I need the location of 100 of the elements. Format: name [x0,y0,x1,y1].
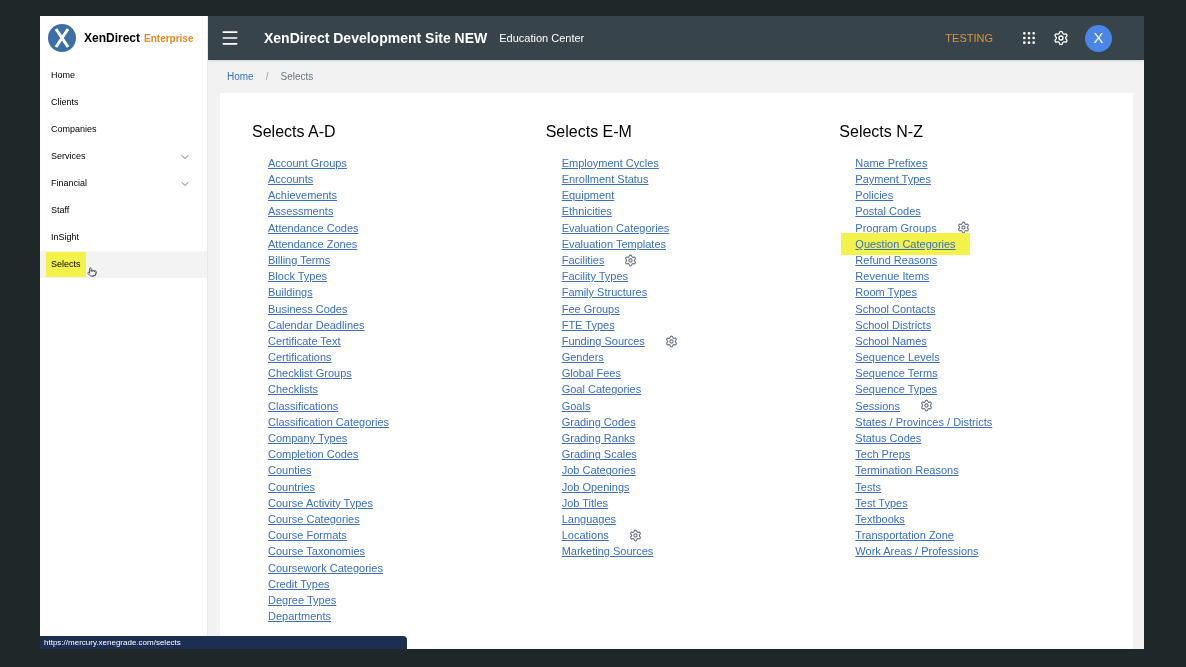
select-link[interactable]: School Contacts [855,300,936,318]
column-heading: Selects N-Z [839,122,924,142]
select-link[interactable]: Fee Groups [561,300,620,318]
sidebar-item[interactable]: Staff [40,197,207,224]
select-link[interactable]: Accounts [268,171,314,188]
apps-grid-icon[interactable] [1021,30,1037,46]
logo-icon [48,24,76,52]
select-link[interactable]: Postal Codes [855,203,921,220]
sidebar-item[interactable]: Home [40,62,207,89]
select-link[interactable]: Attendance Codes [268,219,359,237]
select-link[interactable]: Ethnicities [561,203,612,220]
select-link[interactable]: Counties [268,462,312,479]
select-link[interactable]: Degree Types [268,591,337,609]
select-link[interactable]: Course Activity Types [268,494,373,512]
select-link[interactable]: Account Groups [268,154,347,172]
menu-icon[interactable] [220,28,240,48]
select-link[interactable]: Facilities [561,251,605,269]
select-link[interactable]: Attendance Zones [268,235,358,253]
sidebar-item[interactable]: InSight [40,224,207,251]
select-link[interactable]: Billing Terms [268,251,331,269]
column-heading: Selects E-M [545,122,633,142]
select-link[interactable]: Question Categories [841,232,970,256]
select-link[interactable]: Test Types [855,494,908,512]
select-link[interactable]: Textbooks [855,510,905,528]
select-link[interactable]: Assessments [268,203,334,220]
select-link[interactable]: Countries [268,478,316,496]
select-link[interactable]: Job Categories [561,462,636,479]
select-link[interactable]: Marketing Sources [561,543,654,560]
sidebar-item[interactable]: Companies [40,116,207,143]
select-link[interactable]: Credit Types [268,575,330,593]
select-link[interactable]: Classification Categories [268,413,390,431]
select-link[interactable]: Job Titles [561,494,609,512]
avatar[interactable]: X [1085,24,1112,52]
select-link[interactable]: Family Structures [561,284,648,301]
select-link[interactable]: Payment Types [855,171,931,188]
select-link[interactable]: Tests [855,478,881,496]
select-link[interactable]: Room Types [855,284,917,301]
select-link[interactable]: Classifications [268,397,339,415]
select-link[interactable]: Funding Sources [561,332,645,350]
select-link[interactable]: Completion Codes [268,446,359,463]
select-link[interactable]: School Names [855,332,927,350]
select-link[interactable]: Global Fees [561,365,621,382]
sidebar-item[interactable]: Selects [40,251,207,278]
select-link[interactable]: FTE Types [561,316,615,334]
environment-label: TESTING [945,30,993,46]
select-link[interactable]: Checklist Groups [268,365,352,382]
select-link[interactable]: Name Prefixes [855,154,928,172]
select-link[interactable]: Termination Reasons [855,462,959,479]
select-link[interactable]: Locations [561,527,609,544]
sidebar-item[interactable]: Services [40,143,207,170]
select-link[interactable]: Block Types [268,268,328,285]
select-link[interactable]: Grading Scales [561,446,637,463]
select-link[interactable]: Enrollment Status [561,171,649,188]
select-link[interactable]: Evaluation Categories [561,219,670,237]
select-link[interactable]: Calendar Deadlines [268,316,365,334]
sidebar-item[interactable]: Clients [40,89,207,116]
select-link[interactable]: Sequence Types [855,381,938,398]
select-link[interactable]: Languages [561,510,617,528]
select-link[interactable]: Checklists [268,381,319,398]
select-link[interactable]: Genders [561,349,604,366]
pointer-cursor-icon [87,267,97,277]
select-link[interactable]: School Districts [855,316,932,334]
select-link[interactable]: Certifications [268,349,332,366]
select-link[interactable]: Business Codes [268,300,348,318]
select-link[interactable]: Departments [268,608,331,625]
status-bar-url: https://mercury.xenegrade.com/selects [40,636,407,649]
select-link[interactable]: Grading Ranks [561,430,636,447]
select-link[interactable]: Status Codes [855,430,922,447]
select-link[interactable]: Sessions [855,397,900,415]
select-link[interactable]: Transportation Zone [855,527,954,544]
select-link[interactable]: Course Taxonomies [268,543,365,560]
select-link[interactable]: Revenue Items [855,268,930,285]
select-link[interactable]: Company Types [268,430,348,447]
breadcrumb-item: Selects [280,70,314,84]
site-subtitle: Education Center [499,30,585,46]
select-link[interactable]: Course Formats [268,527,347,544]
select-link[interactable]: Grading Codes [561,413,636,431]
brand-name: XenDirect [84,30,141,47]
select-link[interactable]: Job Openings [561,478,630,496]
select-link[interactable]: States / Provinces / Districts [855,413,993,431]
select-link[interactable]: Goals [561,397,591,415]
select-link[interactable]: Sequence Levels [855,349,940,366]
select-link[interactable]: Employment Cycles [561,154,659,172]
select-link[interactable]: Buildings [268,284,313,301]
select-link[interactable]: Evaluation Templates [561,235,667,253]
select-link[interactable]: Policies [855,187,894,204]
select-link[interactable]: Certificate Text [268,332,341,350]
select-link[interactable]: Work Areas / Professions [855,543,979,560]
breadcrumb-separator: / [265,70,269,84]
breadcrumb-item[interactable]: Home [227,69,254,84]
select-link[interactable]: Tech Preps [855,446,911,463]
sidebar-item[interactable]: Financial [40,170,207,197]
select-link[interactable]: Equipment [561,187,615,204]
select-link[interactable]: Course Categories [268,510,360,528]
select-link[interactable]: Achievements [268,187,338,204]
select-link[interactable]: Facility Types [561,268,629,285]
select-link[interactable]: Coursework Categories [268,559,383,577]
brand-edition: Enterprise [144,31,194,46]
select-link[interactable]: Goal Categories [561,381,642,398]
select-link[interactable]: Sequence Terms [855,365,938,382]
